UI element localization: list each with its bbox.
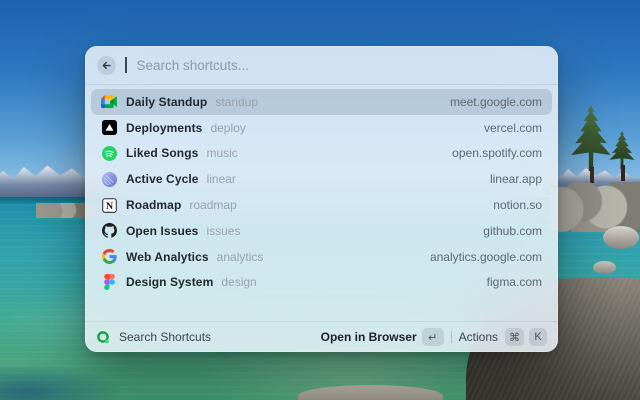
shortcut-row-open-issues[interactable]: Open Issues issues github.com	[91, 218, 552, 244]
linear-icon	[101, 171, 117, 187]
shortcut-alias: linear	[206, 172, 236, 187]
desktop: Search shortcuts... Daily Standup standu…	[0, 0, 640, 400]
arrow-left-icon	[102, 61, 111, 69]
svg-text:N: N	[105, 200, 112, 211]
footer-app-label: Search Shortcuts	[119, 330, 212, 344]
shortcut-title: Open Issues	[126, 223, 199, 238]
google-meet-icon	[101, 94, 117, 110]
shortcut-title: Design System	[126, 275, 214, 290]
window-spacer	[85, 295, 558, 321]
shortcut-alias: analytics	[216, 249, 264, 264]
shortcut-title: Deployments	[126, 120, 203, 135]
search-input[interactable]: Search shortcuts...	[137, 58, 250, 73]
shortcut-url: meet.google.com	[449, 94, 542, 109]
shortcut-row-daily-standup[interactable]: Daily Standup standup meet.google.com	[91, 89, 552, 115]
wallpaper-white-boulder	[603, 226, 639, 249]
footer-separator	[450, 331, 452, 343]
shortcut-row-web-analytics[interactable]: Web Analytics analytics analytics.google…	[91, 244, 552, 270]
shortcut-url: vercel.com	[483, 120, 542, 135]
spotify-icon	[101, 145, 117, 161]
open-in-browser-label: Open in Browser	[320, 330, 417, 344]
shortcuts-launcher-window: Search shortcuts... Daily Standup standu…	[85, 46, 558, 352]
return-key-badge: ↵	[421, 328, 444, 346]
shortcut-row-active-cycle[interactable]: Active Cycle linear linear.app	[91, 166, 552, 192]
cmd-key-badge: ⌘	[505, 328, 524, 346]
shortcut-alias: roadmap	[189, 198, 237, 213]
github-icon	[101, 223, 117, 239]
shortcut-title: Web Analytics	[126, 249, 209, 264]
shortcut-row-deployments[interactable]: Deployments deploy vercel.com	[91, 115, 552, 141]
open-in-browser-button[interactable]: Open in Browser ↵	[321, 328, 444, 346]
actions-label: Actions	[458, 330, 498, 344]
footer-bar: Search Shortcuts Open in Browser ↵ Actio…	[85, 322, 558, 352]
vercel-icon	[101, 120, 117, 136]
wallpaper-boulders	[550, 182, 640, 232]
shortcut-title: Daily Standup	[126, 94, 208, 109]
figma-icon	[101, 274, 117, 291]
actions-button[interactable]: Actions ⌘ K	[459, 328, 547, 346]
footer-app: Search Shortcuts	[96, 330, 211, 345]
text-caret	[125, 57, 127, 73]
shortcut-title: Liked Songs	[126, 146, 199, 161]
search-shortcuts-logo-icon	[97, 330, 109, 343]
pine-tree-large	[569, 105, 613, 183]
shortcut-url: linear.app	[489, 172, 542, 187]
google-g-icon	[101, 249, 117, 265]
shortcut-url: open.spotify.com	[452, 146, 542, 161]
shortcut-row-liked-songs[interactable]: Liked Songs music open.spotify.com	[91, 141, 552, 167]
shortcut-title: Active Cycle	[126, 172, 199, 187]
shortcut-url: analytics.google.com	[429, 249, 542, 264]
shortcut-alias: standup	[215, 94, 259, 109]
wallpaper-small-stone	[593, 261, 616, 274]
shortcut-url: notion.so	[493, 198, 542, 213]
back-button[interactable]	[97, 55, 116, 75]
wallpaper-bottom-rock	[298, 385, 443, 400]
pine-tree-small	[608, 131, 636, 181]
footer-actions-group: Open in Browser ↵ Actions ⌘ K	[321, 328, 547, 346]
shortcut-row-roadmap[interactable]: N Roadmap roadmap notion.so	[91, 192, 552, 218]
shortcut-url: figma.com	[486, 275, 542, 290]
shortcut-row-design-system[interactable]: Design System design figma.com	[91, 270, 552, 296]
shortcut-alias: music	[206, 146, 238, 161]
shortcuts-list: Daily Standup standup meet.google.com De…	[85, 85, 558, 295]
shortcut-alias: deploy	[210, 120, 246, 135]
notion-icon: N	[101, 197, 117, 213]
shortcut-alias: issues	[206, 223, 241, 238]
shortcut-alias: design	[221, 275, 257, 290]
shortcut-title: Roadmap	[126, 198, 182, 213]
search-bar[interactable]: Search shortcuts...	[85, 46, 558, 84]
shortcut-url: github.com	[483, 223, 542, 238]
k-key-badge: K	[529, 328, 547, 346]
